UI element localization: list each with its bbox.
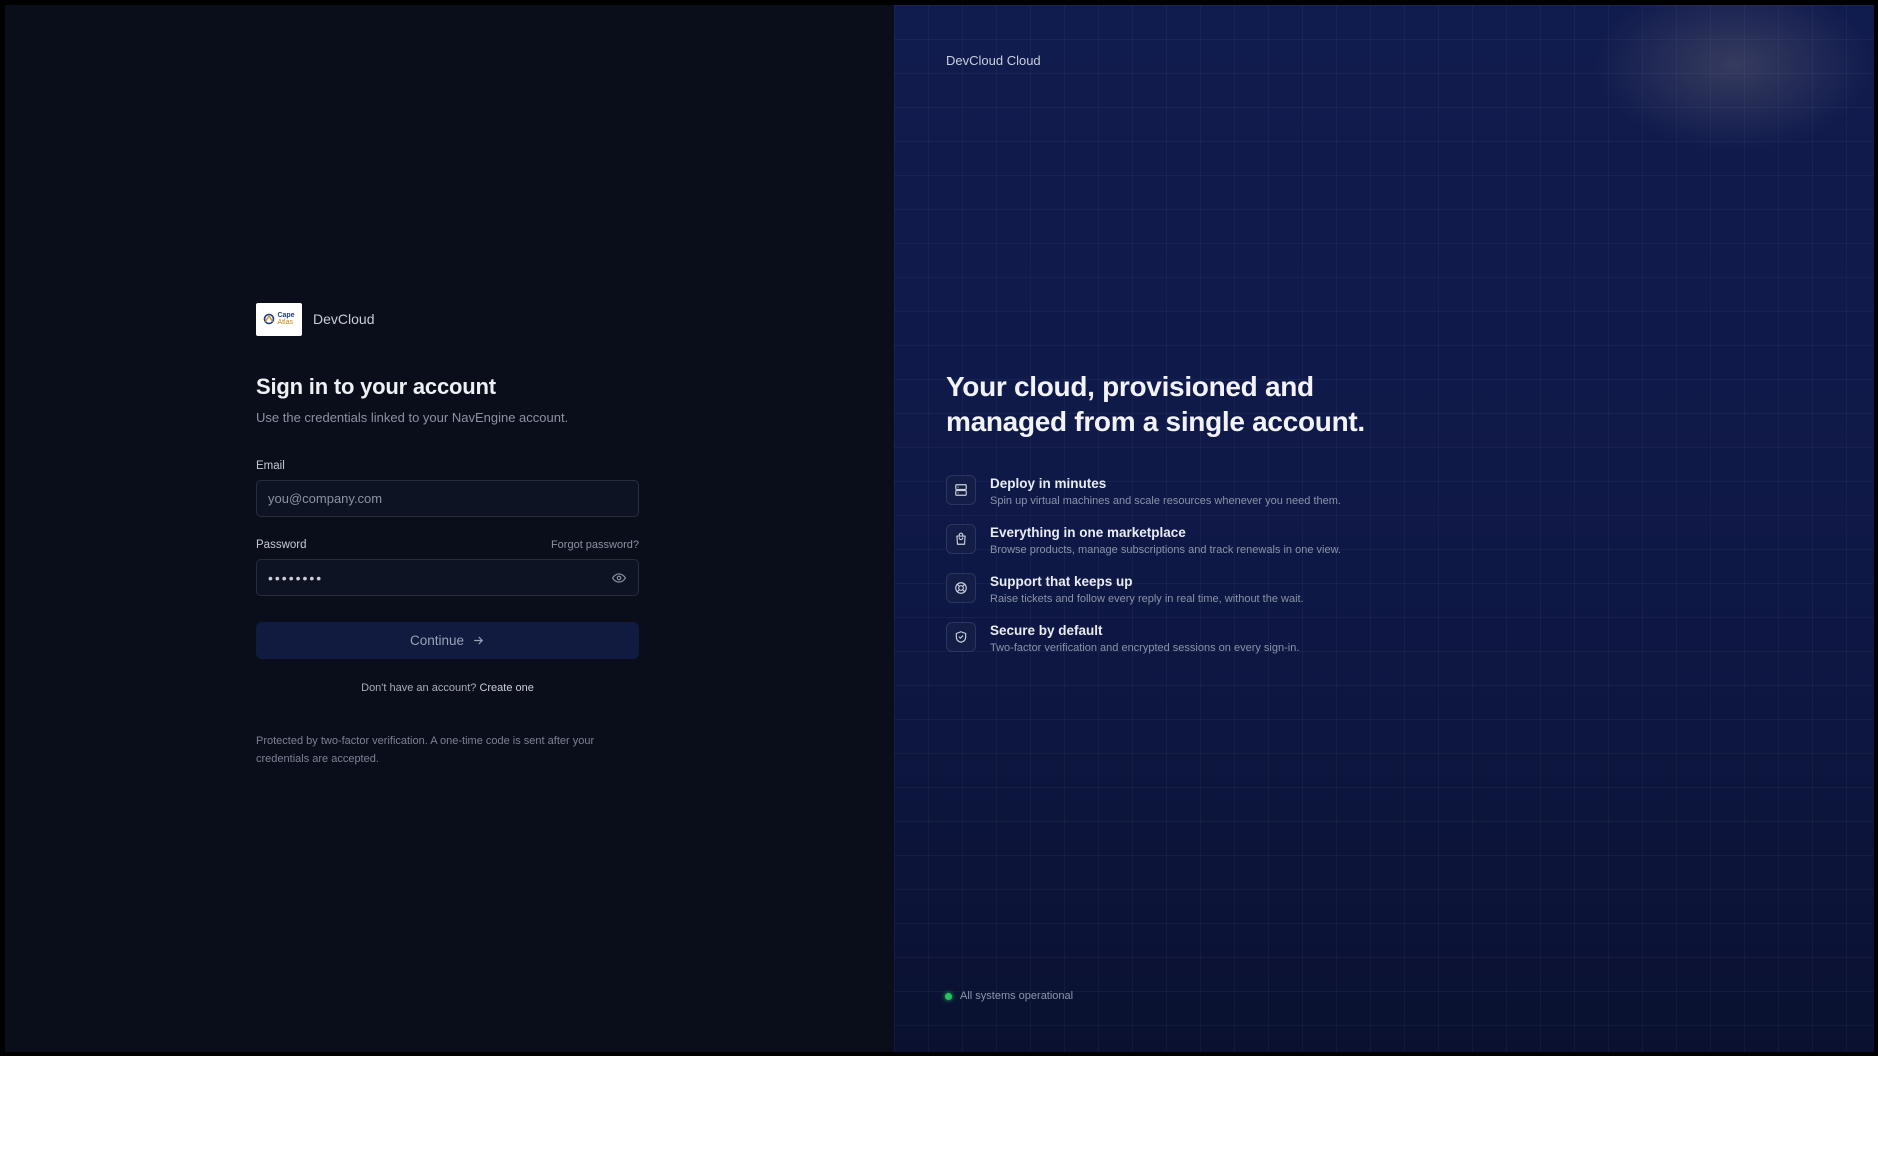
logo-line-1: Cape: [277, 312, 295, 319]
app-window: Cape Atlas DevCloud Sign in to your acco…: [0, 0, 1878, 1056]
feature-title: Secure by default: [990, 623, 1103, 638]
continue-label: Continue: [409, 633, 465, 648]
system-status: All systems operational: [945, 990, 1073, 1002]
brand: Cape Atlas DevCloud: [256, 302, 639, 336]
page-title: Sign in to your account: [256, 374, 496, 399]
feature-list: Deploy in minutes Spin up virtual machin…: [946, 475, 1346, 671]
logo-line-2: Atlas: [277, 319, 293, 326]
sign-in-panel: Cape Atlas DevCloud Sign in to your acco…: [5, 5, 894, 1052]
arrow-right-icon: [474, 636, 483, 645]
feature-title: Everything in one marketplace: [990, 525, 1186, 540]
signup-prompt: Don't have an account?: [361, 682, 477, 694]
sign-in-form: Cape Atlas DevCloud Sign in to your acco…: [256, 302, 639, 768]
feature-item: Everything in one marketplace Browse pro…: [946, 524, 1346, 557]
panel-headline: Your cloud, provisioned and managed from…: [946, 371, 1365, 437]
email-field-container: [256, 480, 639, 517]
feature-description: Spin up virtual machines and scale resou…: [990, 495, 1341, 507]
create-account-link[interactable]: Create one: [479, 682, 533, 694]
forgot-password-link[interactable]: Forgot password?: [551, 539, 639, 551]
shopping-bag-icon: [946, 524, 976, 554]
shield-check-icon: [946, 622, 976, 652]
continue-button[interactable]: Continue: [256, 622, 639, 659]
feature-item: Deploy in minutes Spin up virtual machin…: [946, 475, 1346, 508]
lifebuoy-icon: [946, 573, 976, 603]
two-factor-note: Protected by two-factor verification. A …: [256, 735, 595, 765]
marketing-panel: DevCloud Cloud Your cloud, provisioned a…: [894, 5, 1874, 1052]
email-label: Email: [256, 460, 285, 472]
feature-item: Secure by default Two-factor verificatio…: [946, 622, 1346, 655]
password-input[interactable]: [268, 569, 611, 586]
eye-icon[interactable]: [611, 570, 627, 586]
feature-title: Support that keeps up: [990, 574, 1133, 589]
password-label-row: Password Forgot password?: [256, 539, 639, 551]
panel-brand: DevCloud Cloud: [946, 53, 1041, 68]
password-label: Password: [256, 539, 307, 551]
feature-description: Browse products, manage subscriptions an…: [990, 544, 1341, 556]
logo-mark-icon: [264, 313, 275, 325]
feature-item: Support that keeps up Raise tickets and …: [946, 573, 1346, 606]
feature-description: Raise tickets and follow every reply in …: [990, 593, 1304, 605]
logo-text: Cape Atlas: [277, 312, 294, 326]
signup-row: Don't have an account? Create one: [256, 682, 639, 694]
brand-name: DevCloud: [313, 311, 375, 327]
email-input[interactable]: [268, 491, 627, 506]
status-text: All systems operational: [960, 990, 1074, 1002]
page-subtitle: Use the credentials linked to your NavEn…: [256, 410, 569, 425]
feature-description: Two-factor verification and encrypted se…: [990, 642, 1300, 654]
server-icon: [946, 475, 976, 505]
feature-title: Deploy in minutes: [990, 476, 1107, 491]
password-field-container: [256, 559, 639, 596]
status-dot-icon: [945, 992, 952, 1000]
company-logo: Cape Atlas: [256, 302, 302, 336]
